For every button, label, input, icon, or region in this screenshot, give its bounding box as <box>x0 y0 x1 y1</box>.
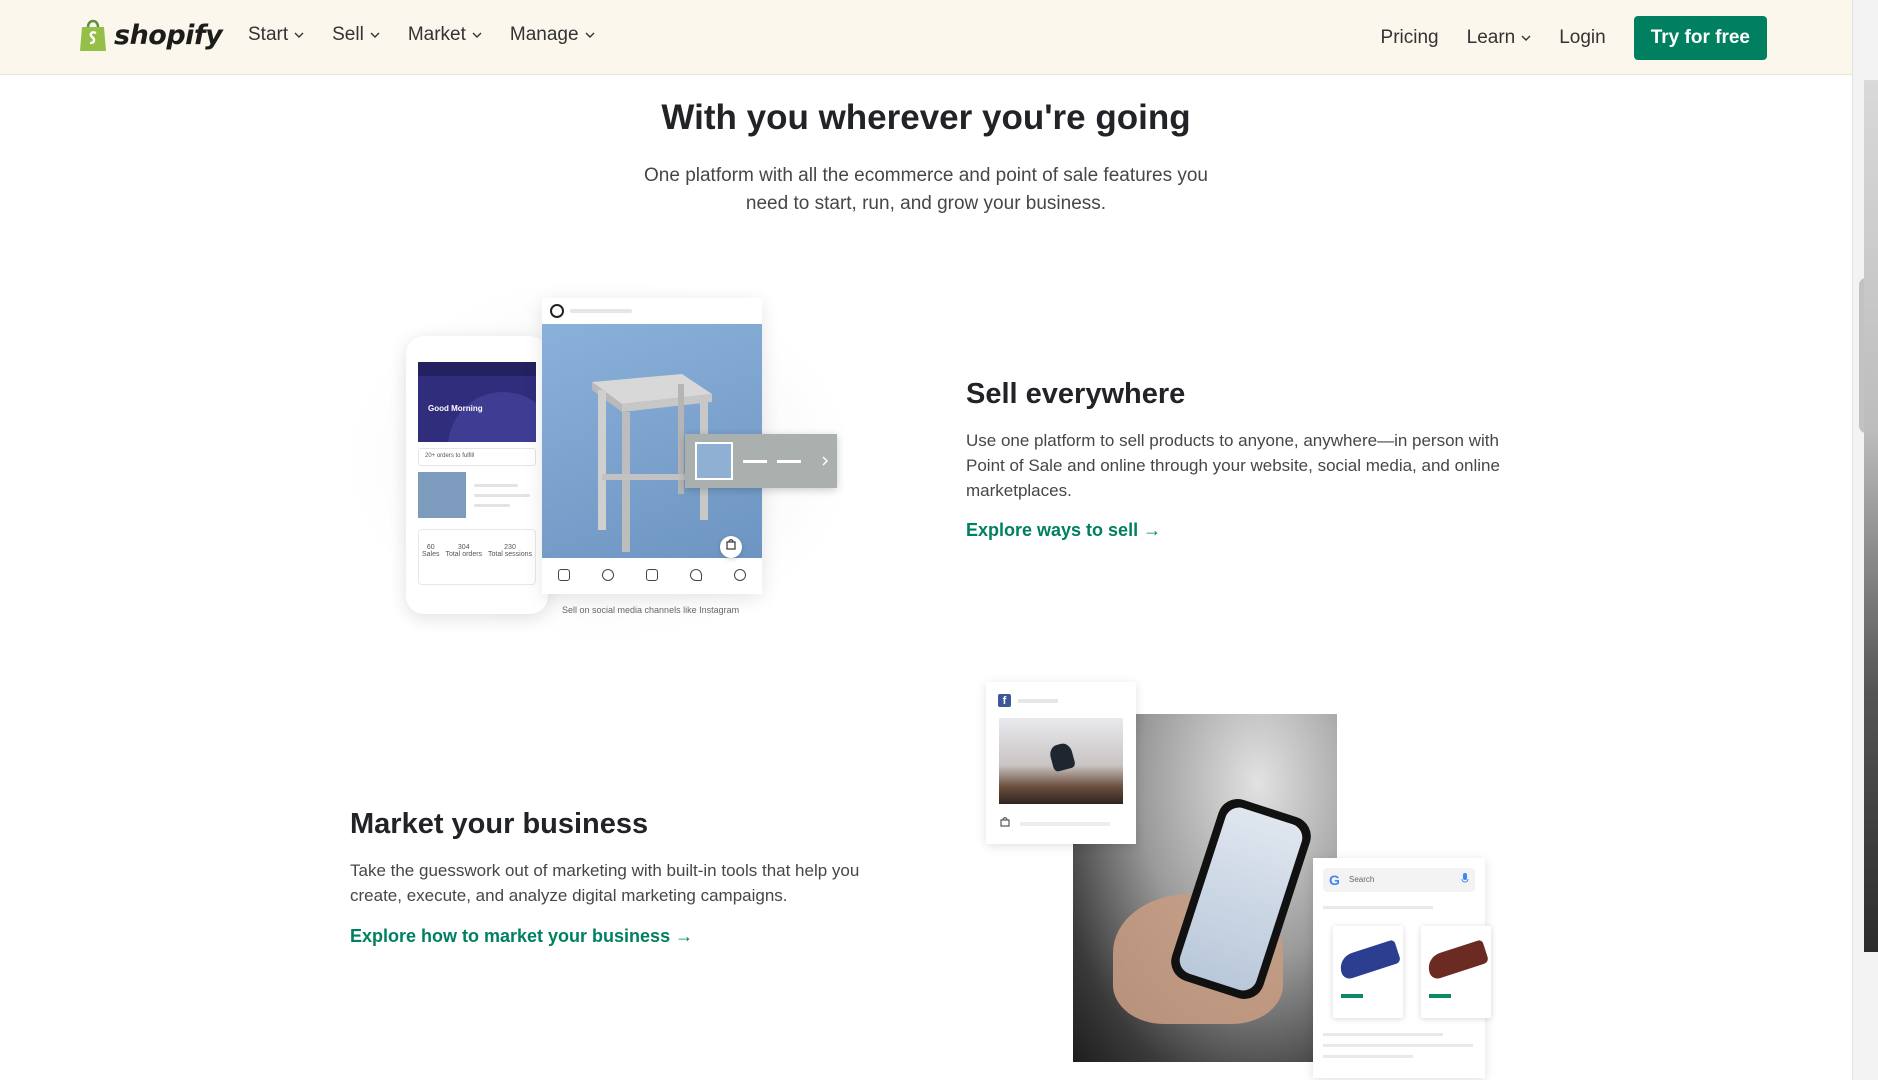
google-search-placeholder: Search <box>1349 875 1375 884</box>
nav-market[interactable]: Market <box>408 24 482 46</box>
product-tag-card <box>685 434 837 488</box>
tag-line <box>777 459 801 463</box>
learn-menu[interactable]: Learn <box>1467 27 1532 49</box>
admin-app-phone: Good Morning 20+ orders to fulfill 60 Sa… <box>406 336 548 614</box>
fb-footer-line <box>1020 822 1110 826</box>
stat-orders-label: Total orders <box>445 551 483 558</box>
section-title: With you wherever you're going <box>661 98 1191 137</box>
nav-sell[interactable]: Sell <box>332 24 380 46</box>
shopify-logo[interactable]: shopify <box>78 17 223 53</box>
market-illustration: f G Search <box>984 680 1504 1080</box>
stat-sessions: 230 Total sessions <box>488 544 532 584</box>
chevron-down-icon <box>1521 35 1531 41</box>
nav-market-label: Market <box>407 24 466 45</box>
illustration-caption: Sell on social media channels like Insta… <box>562 605 740 615</box>
chevron-down-icon <box>370 32 380 38</box>
price-tag-line <box>1429 994 1451 998</box>
post-action-bar <box>542 562 762 588</box>
nav-manage[interactable]: Manage <box>510 24 595 46</box>
phone-hero-shape <box>448 392 536 442</box>
sell-everywhere-illustration: Good Morning 20+ orders to fulfill 60 Sa… <box>350 280 850 640</box>
sneaker-blue <box>1336 939 1402 981</box>
stat-sessions-value: 230 <box>504 544 516 551</box>
chevron-down-icon <box>585 32 595 38</box>
home-icon <box>558 569 570 581</box>
fb-header-line <box>1018 699 1058 703</box>
phone-product-thumb <box>418 472 466 518</box>
phone-orders-note: 20+ orders to fulfill <box>418 448 536 466</box>
phone-stats: 60 Sales 304 Total orders 230 Total sess… <box>418 529 536 585</box>
learn-label: Learn <box>1466 27 1516 48</box>
explore-market-link[interactable]: Explore how to market your business → <box>350 926 693 947</box>
primary-nav: Start Sell Market Manage <box>248 24 595 46</box>
nav-manage-label: Manage <box>509 24 579 45</box>
google-result-line <box>1323 1033 1443 1036</box>
add-post-icon <box>646 569 658 581</box>
sell-everywhere-heading: Sell everywhere <box>966 378 1186 410</box>
explore-ways-to-sell-link[interactable]: Explore ways to sell → <box>966 520 1161 541</box>
section-subtitle: One platform with all the ecommerce and … <box>644 165 1208 214</box>
google-result-line <box>1323 1044 1473 1047</box>
heart-icon <box>690 569 702 581</box>
shoe-result-1 <box>1333 926 1403 1018</box>
smartphone-screen <box>1176 803 1306 995</box>
shopping-bag-icon <box>720 536 742 558</box>
avatar-icon <box>550 304 564 318</box>
runner-photo <box>999 718 1123 804</box>
tag-product-thumb <box>695 442 733 480</box>
stat-sales-label: Sales <box>421 551 440 558</box>
stat-orders-value: 304 <box>457 544 470 551</box>
background-strip <box>1864 80 1878 952</box>
market-your-business-body: Take the guesswork out of marketing with… <box>350 861 860 905</box>
search-icon <box>602 569 614 581</box>
chevron-right-icon <box>822 456 829 466</box>
tag-line <box>743 459 767 463</box>
phone-hero-banner: Good Morning <box>418 362 536 442</box>
stat-sales-value: 60 <box>426 544 435 551</box>
nav-sell-label: Sell <box>332 24 364 45</box>
sell-everywhere-body: Use one platform to sell products to any… <box>966 431 1500 500</box>
google-result-line <box>1323 1055 1413 1058</box>
phone-greeting: Good Morning <box>428 404 483 413</box>
facebook-ad-card: f <box>986 682 1136 844</box>
facebook-icon: f <box>998 694 1011 707</box>
chevron-down-icon <box>294 32 304 38</box>
google-result-line <box>1323 906 1433 909</box>
price-tag-line <box>1341 994 1363 998</box>
google-search-bar: G Search <box>1323 868 1475 892</box>
shopping-bag-icon <box>80 19 106 51</box>
phone-topbar <box>418 362 536 376</box>
try-for-free-button[interactable]: Try for free <box>1633 16 1767 60</box>
top-navigation: shopify Start Sell Market Manage Pricing… <box>0 0 1852 75</box>
stat-sessions-label: Total sessions <box>488 551 532 558</box>
bag-icon <box>1000 817 1010 830</box>
sneaker-maroon <box>1424 939 1490 981</box>
secondary-nav: Pricing Learn Login Try for free <box>1381 16 1767 60</box>
microphone-icon <box>1461 873 1469 888</box>
nav-start-label: Start <box>248 24 289 45</box>
google-icon: G <box>1329 872 1340 888</box>
login-link[interactable]: Login <box>1559 27 1606 49</box>
profile-icon <box>734 569 746 581</box>
stat-sales: 60 Sales <box>422 544 440 584</box>
chevron-down-icon <box>472 32 482 38</box>
stat-orders: 304 Total orders <box>445 544 482 584</box>
post-username-line <box>570 309 632 313</box>
google-shopping-card: G Search <box>1313 858 1491 1078</box>
runner-figure <box>1048 741 1076 773</box>
nav-start[interactable]: Start <box>248 24 304 46</box>
shoe-result-2 <box>1421 926 1491 1018</box>
pricing-link[interactable]: Pricing <box>1381 27 1439 49</box>
market-your-business-heading: Market your business <box>350 808 649 840</box>
logo-wordmark: shopify <box>114 19 223 51</box>
post-header <box>542 298 762 324</box>
